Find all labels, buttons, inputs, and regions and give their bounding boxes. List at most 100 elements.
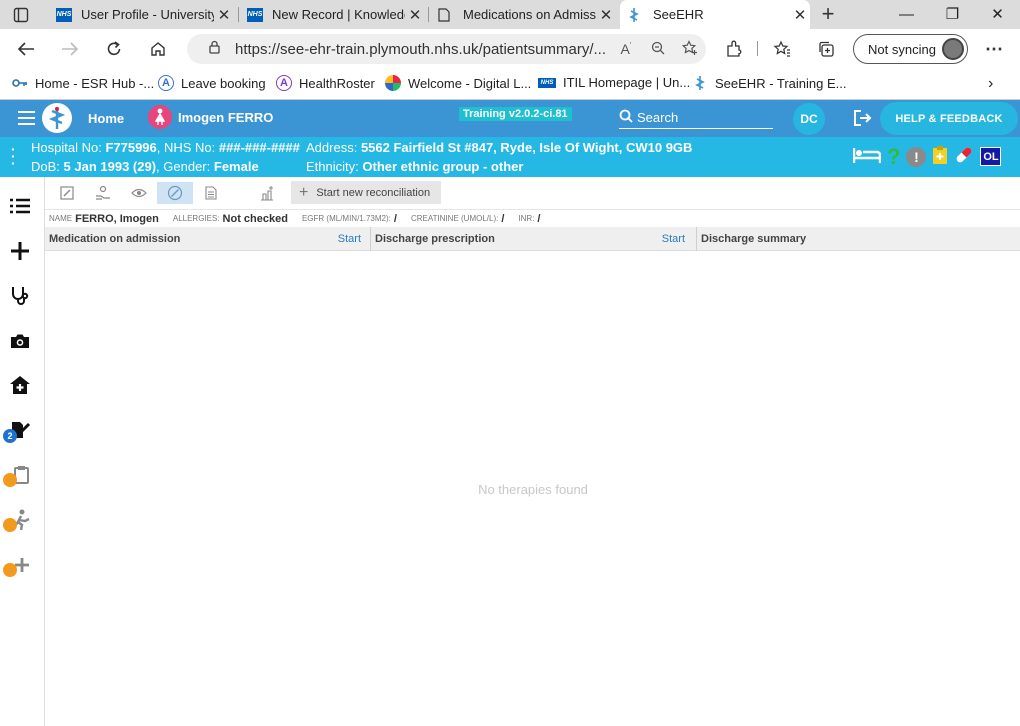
empty-state-message: No therapies found bbox=[478, 482, 588, 497]
browser-tab-new-record[interactable]: NHS New Record | Knowledg ✕ bbox=[239, 0, 425, 29]
ol-badge[interactable]: OL bbox=[980, 147, 1002, 166]
view-eye-icon[interactable] bbox=[121, 182, 157, 204]
zoom-icon[interactable] bbox=[642, 41, 674, 58]
home-icon[interactable] bbox=[144, 35, 172, 63]
document-icon[interactable] bbox=[193, 182, 229, 204]
add-icon[interactable] bbox=[8, 239, 32, 263]
close-tab-icon[interactable]: ✕ bbox=[214, 6, 234, 24]
alert-icon[interactable]: ! bbox=[906, 146, 927, 167]
patient-ids: Hospital No: F775996, NHS No: ###-###-##… bbox=[31, 140, 300, 155]
home-link[interactable]: Home bbox=[88, 111, 124, 126]
reconciliation-toolbar: + Start new reconciliation bbox=[45, 177, 1020, 209]
menu-icon[interactable] bbox=[18, 111, 35, 125]
url-text[interactable]: https://see-ehr-train.plymouth.nhs.uk/pa… bbox=[235, 41, 610, 58]
reconciliation-column-headers: Medication on admission Start Discharge … bbox=[45, 227, 1020, 251]
add-favorite-icon[interactable] bbox=[674, 39, 706, 59]
lock-icon[interactable] bbox=[199, 40, 229, 58]
bookmark-seeehr-training[interactable]: SeeEHR - Training E... bbox=[692, 75, 847, 91]
collections-icon[interactable] bbox=[812, 35, 840, 63]
nhs-icon: NHS bbox=[56, 7, 72, 22]
letter-a-icon: A bbox=[276, 75, 292, 91]
allergies-value: Not checked bbox=[222, 212, 288, 225]
list-icon[interactable] bbox=[8, 194, 32, 218]
bookmark-leave-booking[interactable]: A Leave booking bbox=[158, 75, 266, 91]
patient-banner: · · · Hospital No: F775996, NHS No: ###-##… bbox=[0, 137, 1020, 177]
address-bar[interactable]: https://see-ehr-train.plymouth.nhs.uk/pa… bbox=[187, 34, 706, 64]
vertical-dots-icon[interactable]: · · · bbox=[11, 142, 16, 170]
nhs-number: ###-###-#### bbox=[218, 140, 300, 155]
bookmark-itil-homepage[interactable]: NHS ITIL Homepage | Un... bbox=[538, 75, 690, 90]
avatar bbox=[942, 38, 964, 60]
stethoscope-icon[interactable] bbox=[8, 284, 32, 308]
lock-icon bbox=[3, 518, 17, 532]
more-menu-icon[interactable]: ⋯ bbox=[980, 35, 1008, 63]
close-tab-icon[interactable]: ✕ bbox=[405, 6, 425, 24]
bookmark-esr-hub[interactable]: Home - ESR Hub -... bbox=[12, 75, 154, 91]
restore-icon[interactable]: ❐ bbox=[930, 0, 975, 29]
chart-add-icon[interactable] bbox=[249, 182, 285, 204]
female-patient-icon bbox=[148, 105, 172, 129]
read-aloud-icon[interactable]: Aʼ bbox=[610, 41, 642, 57]
reconcile-pill-icon[interactable] bbox=[157, 182, 193, 204]
seeehr-logo[interactable] bbox=[42, 103, 72, 133]
minimize-icon[interactable]: — bbox=[884, 0, 929, 29]
close-window-icon[interactable]: ✕ bbox=[975, 0, 1020, 29]
pill-icon[interactable] bbox=[954, 145, 974, 168]
key-icon bbox=[12, 75, 28, 91]
seeehr-icon bbox=[628, 7, 644, 22]
address-toolbar: https://see-ehr-train.plymouth.nhs.uk/pa… bbox=[0, 29, 1020, 69]
browser-tab-user-profile[interactable]: NHS User Profile - University ✕ bbox=[48, 0, 234, 29]
back-icon[interactable] bbox=[12, 35, 40, 63]
question-icon[interactable]: ? bbox=[887, 145, 900, 167]
logout-icon[interactable] bbox=[853, 109, 873, 132]
user-avatar[interactable]: DC bbox=[793, 103, 825, 135]
patient-dob-gender: DoB: 5 Jan 1993 (29), Gender: Female bbox=[31, 159, 259, 174]
bookmark-welcome-digital[interactable]: Welcome - Digital L... bbox=[385, 75, 531, 91]
egfr-value: / bbox=[393, 212, 397, 225]
browser-tab-bar: NHS User Profile - University ✕ NHS New … bbox=[0, 0, 1020, 29]
search-box[interactable]: Search bbox=[619, 107, 773, 129]
chevron-right-icon[interactable]: › bbox=[988, 75, 993, 93]
edit-record-icon[interactable] bbox=[49, 182, 85, 204]
column-discharge-prescription: Discharge prescription Start bbox=[375, 233, 685, 245]
forward-icon[interactable] bbox=[56, 35, 84, 63]
close-tab-icon[interactable]: ✕ bbox=[790, 6, 810, 24]
close-tab-icon[interactable]: ✕ bbox=[596, 6, 616, 24]
hospital-number: F775996 bbox=[105, 140, 157, 155]
app-header: Home Imogen FERRO Training v2.0.2-ci.81 … bbox=[0, 100, 1020, 137]
lock-icon bbox=[3, 563, 17, 577]
home-care-icon[interactable] bbox=[8, 373, 32, 397]
refresh-icon[interactable] bbox=[100, 35, 128, 63]
plus-icon: + bbox=[299, 183, 309, 201]
browser-tab-medications[interactable]: Medications on Admiss ✕ bbox=[430, 0, 616, 29]
favorites-icon[interactable] bbox=[768, 35, 796, 63]
help-feedback-button[interactable]: HELP & FEEDBACK bbox=[880, 102, 1018, 135]
start-new-reconciliation-button[interactable]: + Start new reconciliation bbox=[291, 181, 441, 204]
inr-value: / bbox=[537, 212, 541, 225]
app-sidebar: 2 bbox=[0, 177, 40, 726]
patient-ethnicity: Ethnicity: Other ethnic group - other bbox=[306, 159, 524, 174]
patient-context[interactable]: Imogen FERRO bbox=[148, 105, 273, 129]
extensions-icon[interactable] bbox=[720, 35, 748, 63]
tab-actions-icon[interactable] bbox=[0, 0, 42, 29]
patient-address: Address: 5562 Fairfield St #847, Ryde, I… bbox=[306, 140, 693, 155]
browser-tab-seeehr[interactable]: SeeEHR ✕ bbox=[620, 0, 810, 29]
search-icon bbox=[619, 109, 633, 126]
column-discharge-summary: Discharge summary bbox=[701, 233, 807, 245]
lock-icon bbox=[3, 473, 17, 487]
letter-a-icon: A bbox=[158, 75, 174, 91]
hand-medication-icon[interactable] bbox=[85, 182, 121, 204]
bed-icon[interactable] bbox=[852, 146, 882, 167]
new-tab-button[interactable]: + bbox=[818, 0, 838, 29]
seeehr-icon bbox=[692, 75, 708, 91]
start-discharge-link[interactable]: Start bbox=[662, 233, 685, 245]
profile-sync-button[interactable]: Not syncing bbox=[853, 34, 968, 64]
start-admission-link[interactable]: Start bbox=[338, 233, 361, 245]
camera-icon[interactable] bbox=[8, 329, 32, 353]
column-medication-on-admission: Medication on admission Start bbox=[49, 233, 361, 245]
clipboard-icon[interactable] bbox=[932, 145, 948, 168]
medication-reconciliation-panel: + Start new reconciliation NAME FERRO, I… bbox=[44, 177, 1020, 726]
bookmark-healthroster[interactable]: A HealthRoster bbox=[276, 75, 375, 91]
patient-alert-icons: ? ! OL bbox=[852, 145, 1002, 168]
globe-icon bbox=[385, 75, 401, 91]
